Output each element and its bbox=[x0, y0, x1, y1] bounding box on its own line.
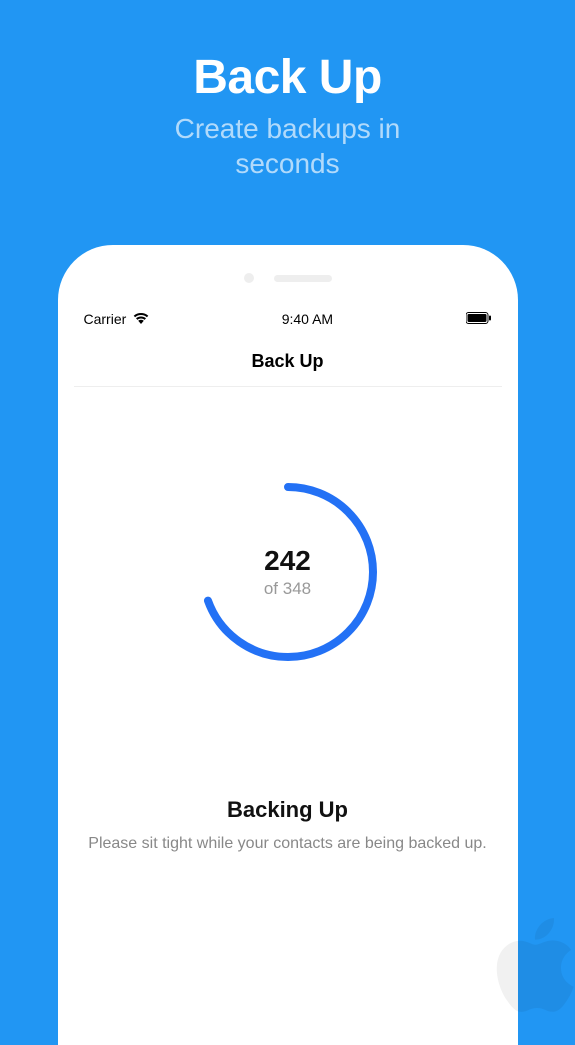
promo-subtitle: Create backups in seconds bbox=[0, 111, 575, 181]
speaker-slot-icon bbox=[274, 275, 332, 282]
camera-dot-icon bbox=[244, 273, 254, 283]
clock-label: 9:40 AM bbox=[282, 311, 333, 327]
promo-subtitle-line1: Create backups in bbox=[175, 113, 401, 144]
progress-center: 242 of 348 bbox=[193, 477, 383, 667]
nav-title: Back Up bbox=[74, 351, 502, 387]
progress-area: 242 of 348 Backing Up Please sit tight w… bbox=[58, 477, 518, 855]
wifi-icon bbox=[133, 311, 149, 327]
status-bar-right bbox=[466, 311, 492, 327]
watermark-icon bbox=[489, 910, 575, 1025]
phone-hardware bbox=[58, 273, 518, 283]
progress-ring: 242 of 348 bbox=[193, 477, 383, 667]
progress-total: of 348 bbox=[264, 579, 311, 599]
progress-current: 242 bbox=[264, 545, 311, 577]
promo-header: Back Up Create backups in seconds bbox=[0, 0, 575, 181]
promo-subtitle-line2: seconds bbox=[235, 148, 339, 179]
status-title: Backing Up bbox=[88, 797, 486, 823]
status-bar-left: Carrier bbox=[84, 311, 150, 327]
status-bar: Carrier 9:40 AM bbox=[58, 311, 518, 327]
promo-title: Back Up bbox=[0, 50, 575, 105]
status-block: Backing Up Please sit tight while your c… bbox=[58, 797, 516, 855]
carrier-label: Carrier bbox=[84, 311, 127, 327]
status-description: Please sit tight while your contacts are… bbox=[88, 833, 486, 855]
phone-frame: Carrier 9:40 AM Back Up bbox=[58, 245, 518, 1045]
battery-icon bbox=[466, 311, 492, 327]
